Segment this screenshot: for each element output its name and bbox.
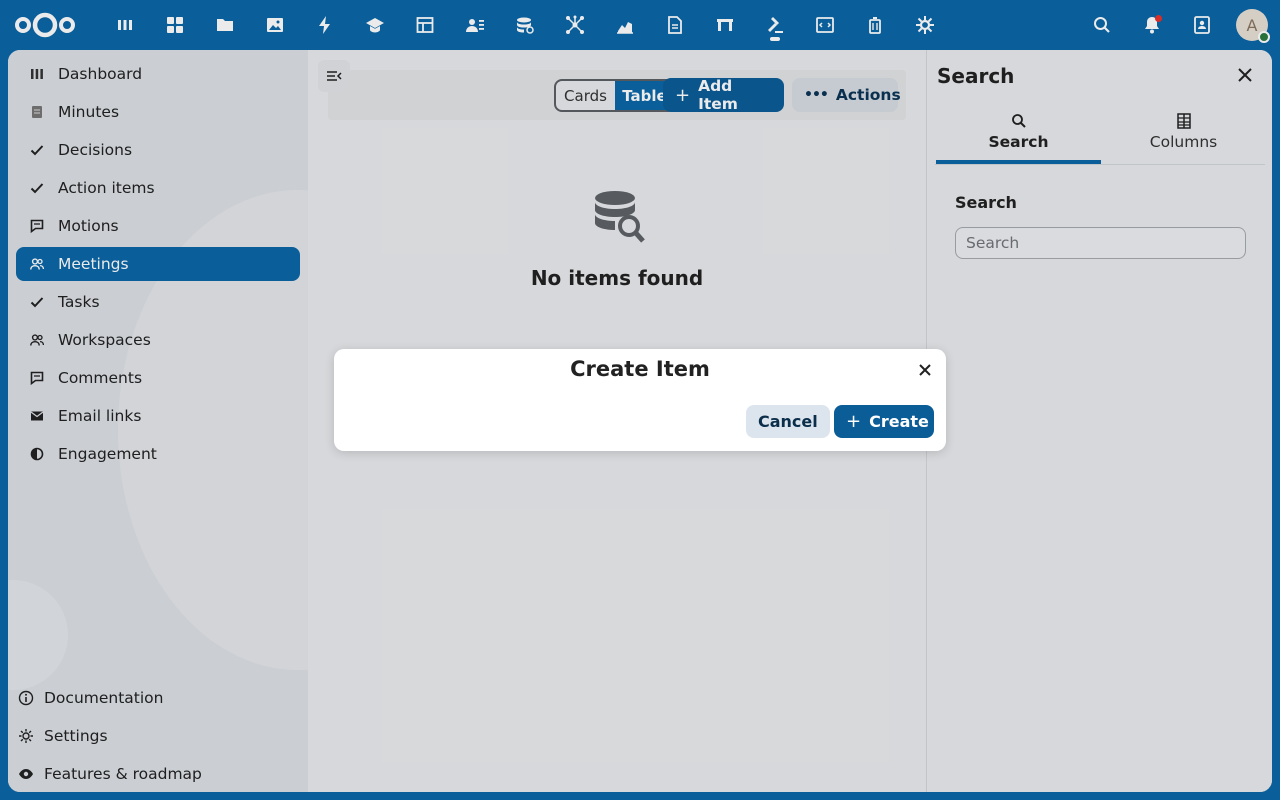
plus-icon: + [846, 411, 862, 432]
create-button[interactable]: + Create [834, 405, 934, 438]
close-icon[interactable] [916, 361, 934, 379]
dialog-title: Create Item [570, 357, 710, 381]
create-item-dialog: Create Item Cancel + Create [334, 349, 946, 451]
cancel-button[interactable]: Cancel [746, 405, 830, 438]
create-label: Create [869, 412, 929, 431]
